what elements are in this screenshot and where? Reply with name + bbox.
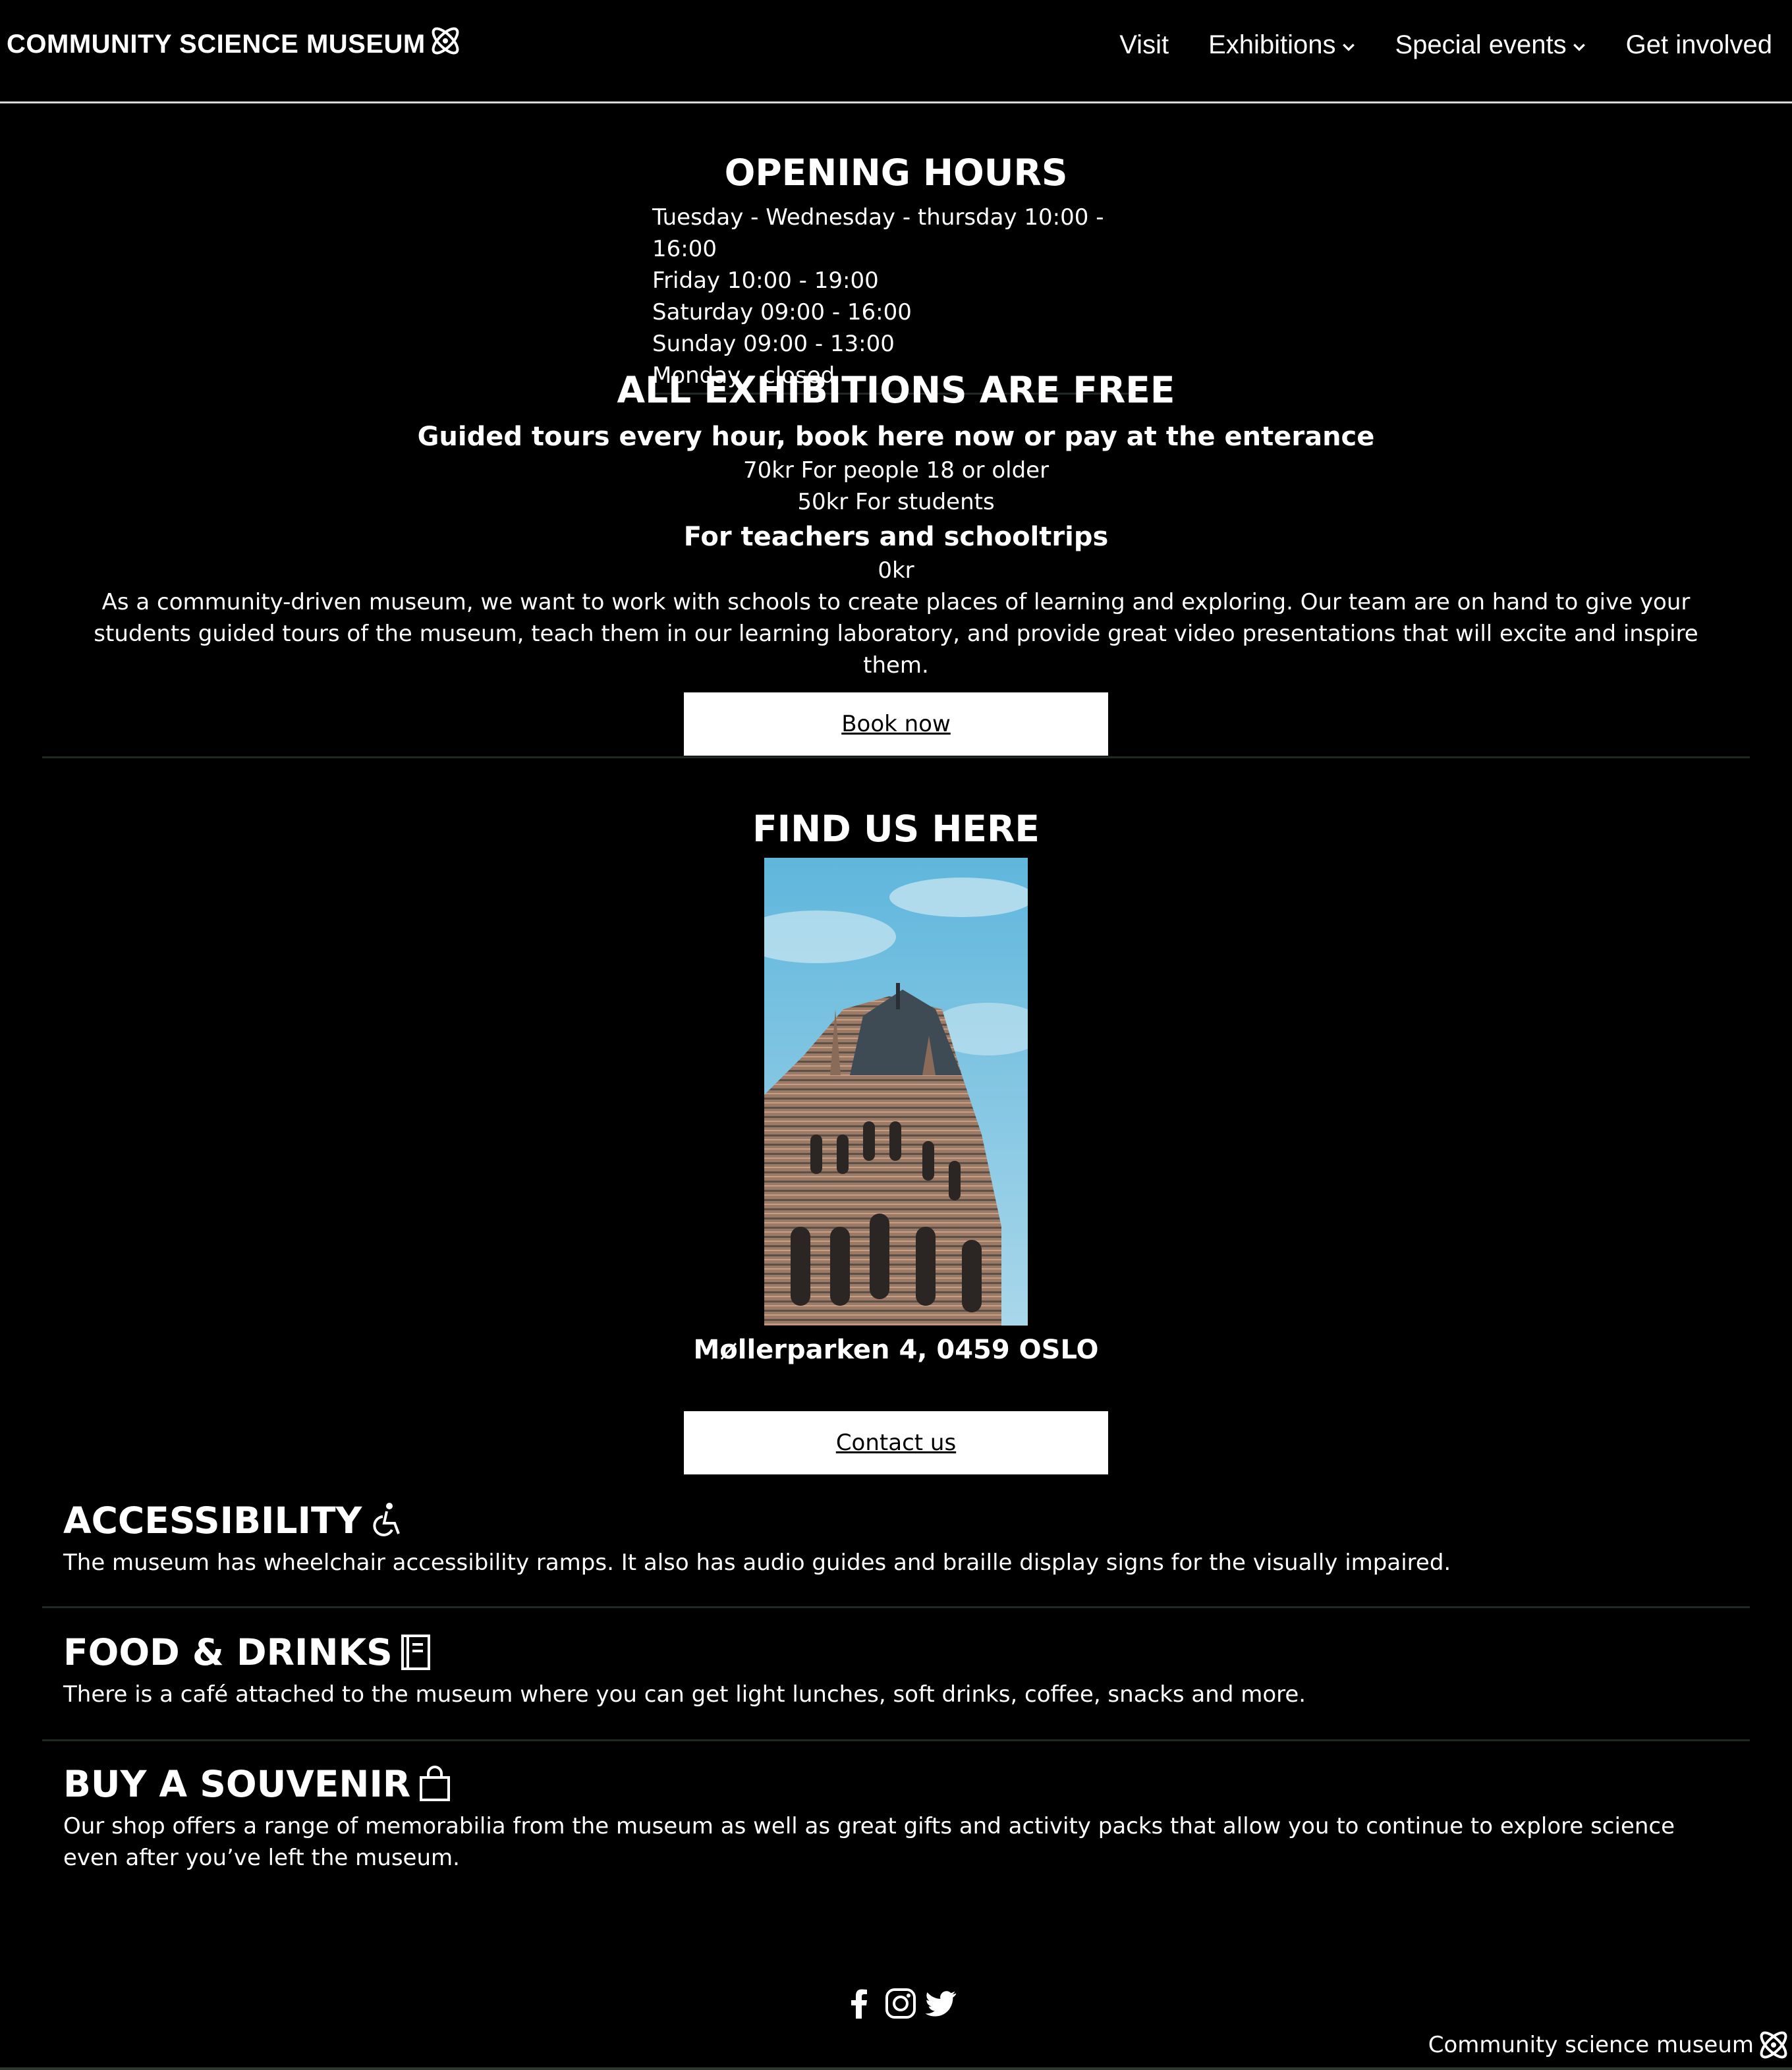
- museum-building-photo: [764, 858, 1028, 1326]
- book-now-button[interactable]: Book now: [684, 692, 1108, 756]
- social-links: [843, 1987, 958, 2020]
- nav-label: Get involved: [1625, 30, 1772, 59]
- footer-brand: Community science museum: [1428, 2027, 1792, 2063]
- site-logo[interactable]: COMMUNITY SCIENCE MUSEUM: [7, 27, 464, 59]
- nav-special-events[interactable]: Special events: [1395, 30, 1586, 60]
- divider: [42, 756, 1750, 758]
- accessibility-text: The museum has wheelchair accessibility …: [63, 1550, 1451, 1576]
- food-heading: FOOD & DRINKS: [63, 1631, 1737, 1673]
- atom-icon: [1760, 2031, 1787, 2059]
- footer-bottom-line: [0, 2067, 1792, 2070]
- souvenir-title: BUY A SOUVENIR: [63, 1763, 411, 1805]
- teachers-heading: For teachers and schooltrips: [683, 522, 1109, 552]
- instagram-icon[interactable]: [884, 1987, 917, 2020]
- main-nav: Visit Exhibitions Special events Get inv…: [1119, 30, 1772, 60]
- price-student: 50kr For students: [797, 489, 995, 515]
- hours-line: Friday 10:00 - 19:00: [652, 267, 879, 294]
- chevron-down-icon: [1573, 43, 1585, 51]
- chevron-down-icon: [1342, 43, 1355, 51]
- wheelchair-icon: [373, 1503, 401, 1536]
- schools-paragraph: As a community-driven museum, we want to…: [94, 589, 1698, 679]
- accessibility-title: ACCESSIBILITY: [63, 1499, 362, 1542]
- site-header: COMMUNITY SCIENCE MUSEUM Visit Exhibitio…: [0, 0, 1792, 103]
- food-section: FOOD & DRINKS There is a café attached t…: [63, 1631, 1737, 1710]
- nav-exhibitions[interactable]: Exhibitions: [1208, 30, 1355, 60]
- twitter-icon[interactable]: [925, 1987, 958, 2020]
- hours-list: Tuesday - Wednesday - thursday 10:00 - 1…: [652, 202, 1140, 395]
- price-adult: 70kr For people 18 or older: [742, 457, 1050, 484]
- footer-brand-text: Community science museum: [1428, 2032, 1754, 2058]
- souvenir-heading: BUY A SOUVENIR: [63, 1763, 1737, 1805]
- contact-us-button[interactable]: Contact us: [684, 1411, 1108, 1474]
- accessibility-section: ACCESSIBILITY The museum has wheelchair …: [63, 1499, 1737, 1579]
- menu-icon: [401, 1635, 430, 1670]
- souvenir-section: BUY A SOUVENIR Our shop offers a range o…: [63, 1763, 1737, 1874]
- price-teachers: 0kr: [878, 557, 914, 584]
- food-title: FOOD & DRINKS: [63, 1631, 393, 1673]
- guided-tours-heading: Guided tours every hour, book here now o…: [417, 422, 1375, 452]
- accessibility-heading: ACCESSIBILITY: [63, 1499, 1737, 1542]
- divider: [42, 1739, 1750, 1741]
- hours-line: Tuesday - Wednesday - thursday 10:00 - 1…: [652, 204, 1104, 262]
- hours-line: Saturday 09:00 - 16:00: [652, 299, 912, 325]
- atom-icon: [432, 27, 459, 55]
- divider: [42, 1606, 1750, 1608]
- find-us-title: FIND US HERE: [752, 808, 1040, 850]
- nav-visit[interactable]: Visit: [1119, 30, 1169, 60]
- nav-label: Visit: [1119, 30, 1169, 59]
- address: Møllerparken 4, 0459 OSLO: [693, 1335, 1099, 1365]
- logo-text: COMMUNITY SCIENCE MUSEUM: [7, 29, 426, 59]
- souvenir-text: Our shop offers a range of memorabilia f…: [63, 1813, 1675, 1871]
- nav-label: Exhibitions: [1208, 30, 1336, 59]
- nav-get-involved[interactable]: Get involved: [1626, 30, 1772, 60]
- shopping-bag-icon: [420, 1766, 451, 1801]
- opening-hours-title: OPENING HOURS: [724, 152, 1068, 194]
- food-text: There is a café attached to the museum w…: [63, 1681, 1306, 1708]
- nav-label: Special events: [1395, 30, 1567, 59]
- free-exhibitions-title: ALL EXHIBITIONS ARE FREE: [617, 369, 1175, 411]
- facebook-icon[interactable]: [843, 1987, 876, 2020]
- hours-line: Sunday 09:00 - 13:00: [652, 331, 895, 357]
